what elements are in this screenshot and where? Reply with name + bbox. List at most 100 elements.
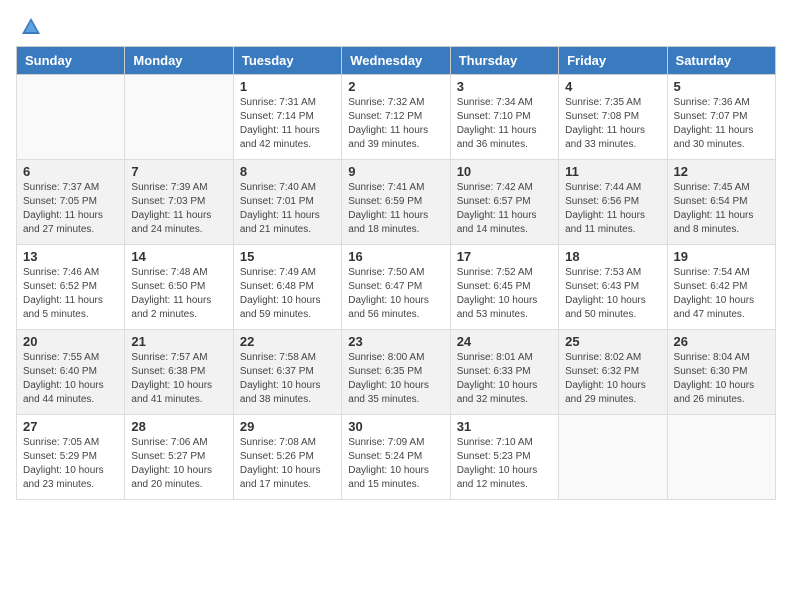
- calendar-cell: 11 Sunrise: 7:44 AM Sunset: 6:56 PM Dayli…: [559, 160, 667, 245]
- calendar-cell: [17, 75, 125, 160]
- day-info: Sunrise: 7:42 AM Sunset: 6:57 PM Dayligh…: [457, 181, 552, 237]
- calendar-cell: 6 Sunrise: 7:37 AM Sunset: 7:05 PM Daylig…: [17, 160, 125, 245]
- calendar-cell: 28 Sunrise: 7:06 AM Sunset: 5:27 PM Dayli…: [125, 415, 233, 500]
- calendar-week-row: 20 Sunrise: 7:55 AM Sunset: 6:40 PM Dayli…: [17, 330, 776, 415]
- calendar-week-row: 13 Sunrise: 7:46 AM Sunset: 6:52 PM Dayli…: [17, 245, 776, 330]
- day-info: Sunrise: 7:34 AM Sunset: 7:10 PM Dayligh…: [457, 96, 552, 152]
- calendar-cell: [125, 75, 233, 160]
- calendar-cell: 13 Sunrise: 7:46 AM Sunset: 6:52 PM Dayli…: [17, 245, 125, 330]
- day-info: Sunrise: 7:39 AM Sunset: 7:03 PM Dayligh…: [131, 181, 226, 237]
- day-number: 1: [240, 79, 335, 94]
- day-header-thursday: Thursday: [450, 47, 558, 75]
- day-number: 6: [23, 164, 118, 179]
- calendar-cell: 27Sunrise: 7:05 AM Sunset: 5:29 PM Dayli…: [17, 415, 125, 500]
- day-header-friday: Friday: [559, 47, 667, 75]
- day-info: Sunrise: 7:45 AM Sunset: 6:54 PM Dayligh…: [674, 181, 769, 237]
- day-number: 5: [674, 79, 769, 94]
- day-info: Sunrise: 7:08 AM Sunset: 5:26 PM Dayligh…: [240, 436, 335, 492]
- day-info: Sunrise: 7:09 AM Sunset: 5:24 PM Dayligh…: [348, 436, 443, 492]
- day-info: Sunrise: 7:44 AM Sunset: 6:56 PM Dayligh…: [565, 181, 660, 237]
- calendar-table: SundayMondayTuesdayWednesdayThursdayFrid…: [16, 46, 776, 500]
- day-number: 4: [565, 79, 660, 94]
- calendar-cell: 19 Sunrise: 7:54 AM Sunset: 6:42 PM Dayli…: [667, 245, 775, 330]
- day-number: 11: [565, 164, 660, 179]
- logo-icon: [20, 16, 42, 38]
- day-info: Sunrise: 7:40 AM Sunset: 7:01 PM Dayligh…: [240, 181, 335, 237]
- day-number: 18: [565, 249, 660, 264]
- day-number: 14: [131, 249, 226, 264]
- calendar-cell: 30 Sunrise: 7:09 AM Sunset: 5:24 PM Dayli…: [342, 415, 450, 500]
- day-number: 19: [674, 249, 769, 264]
- day-info: Sunrise: 8:00 AM Sunset: 6:35 PM Dayligh…: [348, 351, 443, 407]
- day-info: Sunrise: 7:48 AM Sunset: 6:50 PM Dayligh…: [131, 266, 226, 322]
- day-info: Sunrise: 7:55 AM Sunset: 6:40 PM Dayligh…: [23, 351, 118, 407]
- day-number: 20: [23, 334, 118, 349]
- calendar-cell: 23 Sunrise: 8:00 AM Sunset: 6:35 PM Dayli…: [342, 330, 450, 415]
- day-number: 7: [131, 164, 226, 179]
- calendar-cell: 16 Sunrise: 7:50 AM Sunset: 6:47 PM Dayli…: [342, 245, 450, 330]
- day-header-sunday: Sunday: [17, 47, 125, 75]
- day-info: Sunrise: 7:32 AM Sunset: 7:12 PM Dayligh…: [348, 96, 443, 152]
- day-number: 25: [565, 334, 660, 349]
- calendar-cell: 8 Sunrise: 7:40 AM Sunset: 7:01 PM Daylig…: [233, 160, 341, 245]
- day-number: 24: [457, 334, 552, 349]
- day-number: 17: [457, 249, 552, 264]
- day-info: Sunrise: 7:54 AM Sunset: 6:42 PM Dayligh…: [674, 266, 769, 322]
- day-number: 8: [240, 164, 335, 179]
- day-number: 22: [240, 334, 335, 349]
- day-number: 13: [23, 249, 118, 264]
- calendar-cell: 15Sunrise: 7:49 AM Sunset: 6:48 PM Dayli…: [233, 245, 341, 330]
- calendar-cell: 3 Sunrise: 7:34 AM Sunset: 7:10 PM Daylig…: [450, 75, 558, 160]
- calendar-cell: 24 Sunrise: 8:01 AM Sunset: 6:33 PM Dayli…: [450, 330, 558, 415]
- day-header-monday: Monday: [125, 47, 233, 75]
- calendar-cell: 22 Sunrise: 7:58 AM Sunset: 6:37 PM Dayli…: [233, 330, 341, 415]
- day-info: Sunrise: 8:01 AM Sunset: 6:33 PM Dayligh…: [457, 351, 552, 407]
- calendar-cell: 9 Sunrise: 7:41 AM Sunset: 6:59 PM Daylig…: [342, 160, 450, 245]
- page-header: [16, 16, 776, 38]
- day-info: Sunrise: 7:53 AM Sunset: 6:43 PM Dayligh…: [565, 266, 660, 322]
- logo: [16, 16, 42, 38]
- day-info: Sunrise: 7:46 AM Sunset: 6:52 PM Dayligh…: [23, 266, 118, 322]
- day-info: Sunrise: 7:35 AM Sunset: 7:08 PM Dayligh…: [565, 96, 660, 152]
- day-number: 30: [348, 419, 443, 434]
- day-number: 31: [457, 419, 552, 434]
- calendar-cell: 1Sunrise: 7:31 AM Sunset: 7:14 PM Daylig…: [233, 75, 341, 160]
- day-header-saturday: Saturday: [667, 47, 775, 75]
- day-info: Sunrise: 7:52 AM Sunset: 6:45 PM Dayligh…: [457, 266, 552, 322]
- day-number: 12: [674, 164, 769, 179]
- day-info: Sunrise: 7:41 AM Sunset: 6:59 PM Dayligh…: [348, 181, 443, 237]
- day-header-wednesday: Wednesday: [342, 47, 450, 75]
- calendar-week-row: 6 Sunrise: 7:37 AM Sunset: 7:05 PM Daylig…: [17, 160, 776, 245]
- calendar-cell: 2 Sunrise: 7:32 AM Sunset: 7:12 PM Daylig…: [342, 75, 450, 160]
- calendar-cell: 31Sunrise: 7:10 AM Sunset: 5:23 PM Dayli…: [450, 415, 558, 500]
- day-info: Sunrise: 7:58 AM Sunset: 6:37 PM Dayligh…: [240, 351, 335, 407]
- calendar-week-row: 27Sunrise: 7:05 AM Sunset: 5:29 PM Dayli…: [17, 415, 776, 500]
- calendar-cell: 12 Sunrise: 7:45 AM Sunset: 6:54 PM Dayli…: [667, 160, 775, 245]
- day-info: Sunrise: 8:04 AM Sunset: 6:30 PM Dayligh…: [674, 351, 769, 407]
- day-info: Sunrise: 7:49 AM Sunset: 6:48 PM Dayligh…: [240, 266, 335, 322]
- calendar-cell: 5 Sunrise: 7:36 AM Sunset: 7:07 PM Daylig…: [667, 75, 775, 160]
- calendar-cell: 7 Sunrise: 7:39 AM Sunset: 7:03 PM Daylig…: [125, 160, 233, 245]
- calendar-cell: [667, 415, 775, 500]
- day-info: Sunrise: 7:50 AM Sunset: 6:47 PM Dayligh…: [348, 266, 443, 322]
- day-number: 9: [348, 164, 443, 179]
- calendar-cell: 4 Sunrise: 7:35 AM Sunset: 7:08 PM Daylig…: [559, 75, 667, 160]
- calendar-header-row: SundayMondayTuesdayWednesdayThursdayFrid…: [17, 47, 776, 75]
- day-info: Sunrise: 8:02 AM Sunset: 6:32 PM Dayligh…: [565, 351, 660, 407]
- day-number: 21: [131, 334, 226, 349]
- day-number: 2: [348, 79, 443, 94]
- day-number: 23: [348, 334, 443, 349]
- day-number: 16: [348, 249, 443, 264]
- day-info: Sunrise: 7:06 AM Sunset: 5:27 PM Dayligh…: [131, 436, 226, 492]
- day-header-tuesday: Tuesday: [233, 47, 341, 75]
- calendar-cell: 10Sunrise: 7:42 AM Sunset: 6:57 PM Dayli…: [450, 160, 558, 245]
- day-info: Sunrise: 7:36 AM Sunset: 7:07 PM Dayligh…: [674, 96, 769, 152]
- day-number: 3: [457, 79, 552, 94]
- calendar-week-row: 1Sunrise: 7:31 AM Sunset: 7:14 PM Daylig…: [17, 75, 776, 160]
- calendar-cell: [559, 415, 667, 500]
- day-info: Sunrise: 7:37 AM Sunset: 7:05 PM Dayligh…: [23, 181, 118, 237]
- calendar-cell: 20 Sunrise: 7:55 AM Sunset: 6:40 PM Dayli…: [17, 330, 125, 415]
- day-number: 28: [131, 419, 226, 434]
- day-number: 26: [674, 334, 769, 349]
- day-number: 27: [23, 419, 118, 434]
